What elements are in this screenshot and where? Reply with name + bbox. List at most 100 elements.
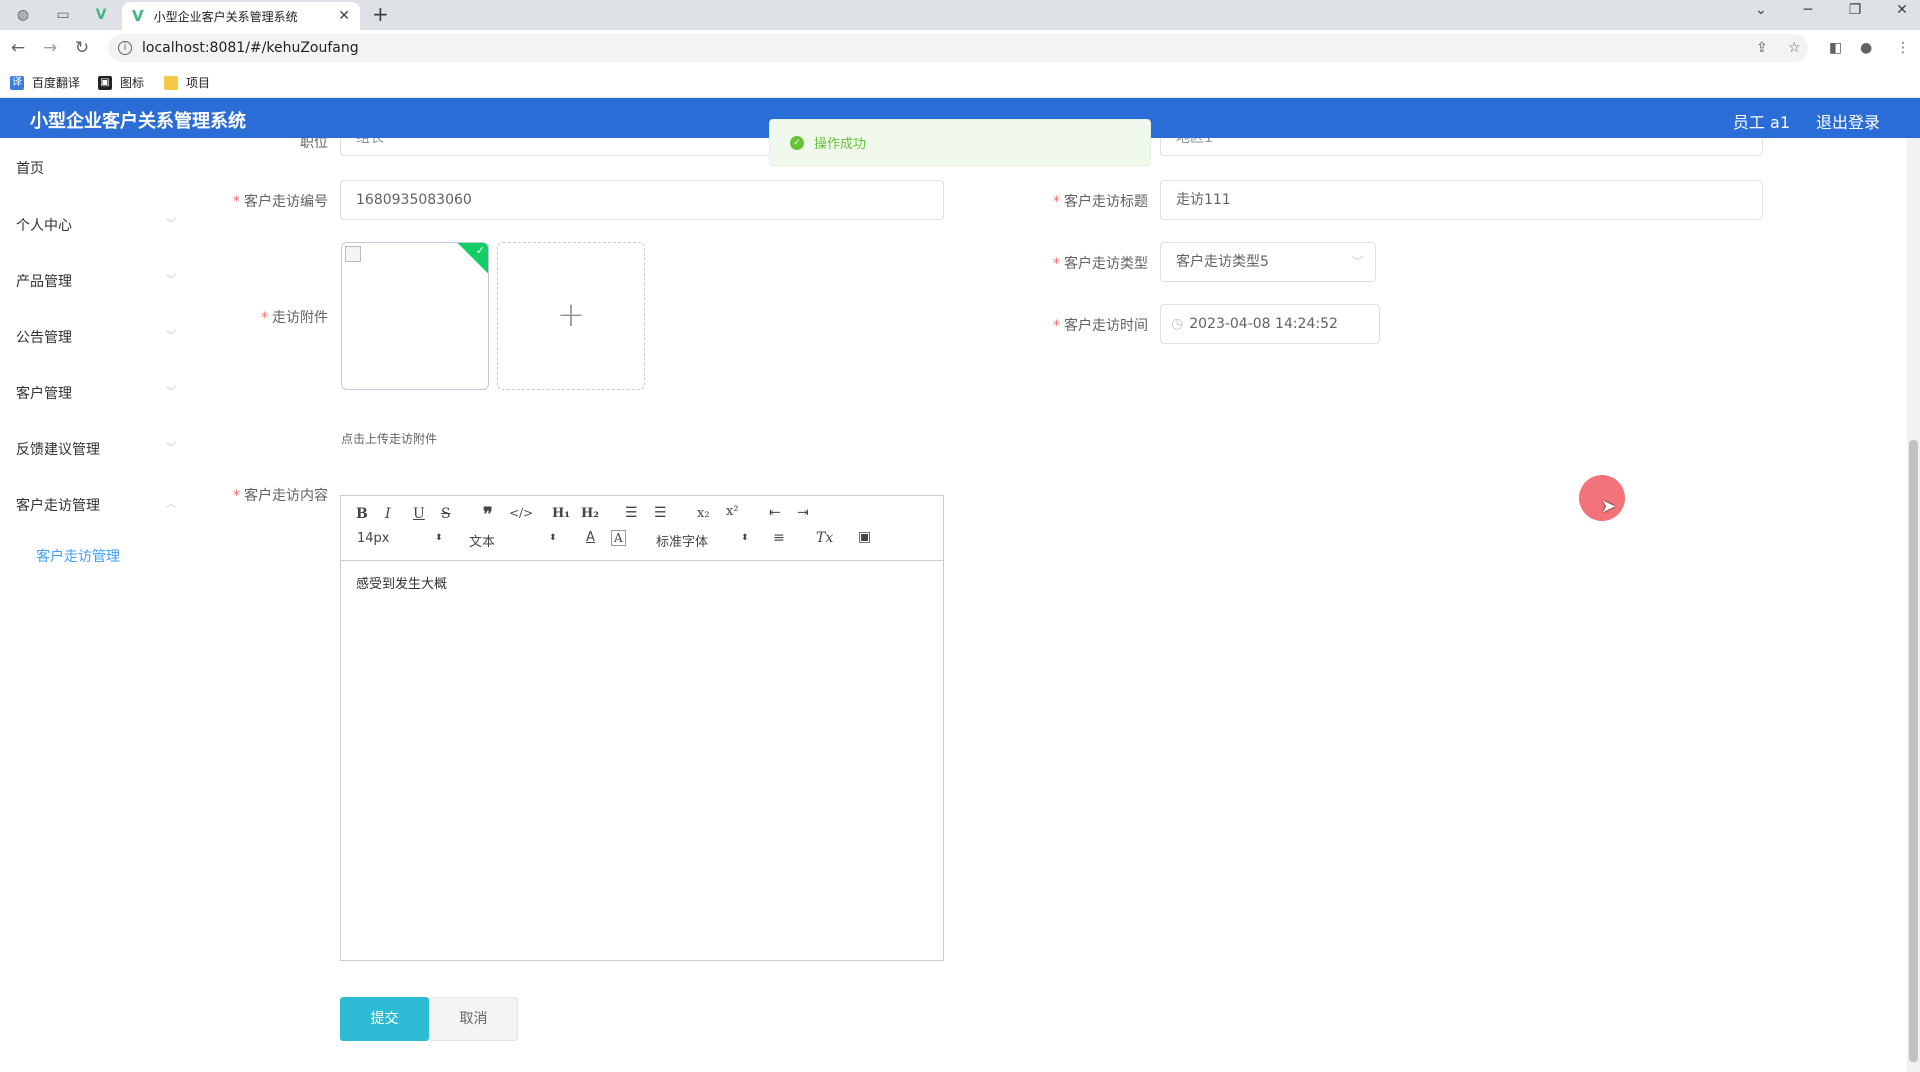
editor-paragraph: 感受到发生大概 (356, 577, 448, 592)
content-label: * 客户走访内容 (233, 488, 328, 504)
heading-1-icon[interactable]: H₁ (552, 506, 570, 521)
sidebar-item-label: 客户走访管理 (16, 498, 100, 514)
forward-icon[interactable]: → (38, 36, 62, 60)
sidebar-item-customers[interactable]: 客户管理 ﹀ (16, 383, 176, 403)
code-block-icon[interactable]: </> (509, 506, 533, 520)
clear-format-icon[interactable]: Tx (816, 530, 833, 546)
font-color-icon[interactable]: A (586, 530, 595, 545)
font-size-select[interactable]: 14px ⬍ (357, 531, 447, 546)
close-tab-icon[interactable]: ✕ (338, 8, 350, 24)
translate-icon: 译 (10, 75, 24, 90)
sidebar-item-label: 产品管理 (16, 274, 72, 290)
ordered-list-icon[interactable]: ☰ (625, 505, 638, 521)
sidebar: 首页 个人中心 ﹀ 产品管理 ﹀ 公告管理 ﹀ 客户管理 ﹀ 反馈建议管理 ﹀ … (0, 138, 185, 1072)
bookmark-icons[interactable]: ▣ 图标 (98, 74, 144, 91)
broken-image-icon (345, 246, 361, 262)
sidebar-item-visits[interactable]: 客户走访管理 ︿ (16, 495, 176, 515)
uploaded-attachment-thumbnail[interactable]: ✓ (341, 242, 489, 390)
font-family-select[interactable]: 标准字体 ⬍ (656, 531, 751, 550)
bookmark-baidu-translate[interactable]: 译 百度翻译 (10, 74, 80, 91)
tab-search-icon[interactable]: ⌄ (1746, 2, 1776, 18)
sidebar-subitem-visit-management[interactable]: 客户走访管理 (36, 546, 120, 566)
cancel-button[interactable]: 取消 (429, 997, 518, 1041)
site-info-icon[interactable]: i (118, 41, 132, 55)
active-tab[interactable]: V 小型企业客户关系管理系统 ✕ (122, 2, 360, 30)
visit-title-input[interactable]: 走访111 (1160, 180, 1763, 220)
menu-kebab-icon[interactable]: ⋮ (1896, 40, 1910, 56)
sidebar-item-feedback[interactable]: 反馈建议管理 ﹀ (16, 439, 176, 459)
updown-arrow-icon: ⬍ (435, 533, 443, 543)
minimize-icon[interactable]: ─ (1793, 2, 1823, 18)
chevron-down-icon: ﹀ (166, 443, 176, 454)
submit-button[interactable]: 提交 (340, 997, 429, 1041)
align-icon[interactable]: ≡ (773, 530, 785, 546)
page-scrollbar[interactable] (1907, 138, 1920, 1072)
plus-icon: + (556, 295, 586, 335)
bold-icon[interactable]: B (356, 506, 368, 522)
clock-icon: ◷ (1171, 316, 1184, 332)
bookmark-project[interactable]: 项目 (164, 74, 210, 91)
scrollbar-thumb[interactable] (1909, 440, 1918, 1062)
bookmark-label: 百度翻译 (32, 76, 81, 90)
sidebar-item-label: 公告管理 (16, 330, 72, 346)
tab-title: 小型企业客户关系管理系统 (153, 9, 298, 24)
sidebar-item-products[interactable]: 产品管理 ﹀ (16, 271, 176, 291)
visit-type-select[interactable]: 客户走访类型5 ﹀ (1160, 242, 1376, 282)
vue-tab-icon[interactable]: V (84, 2, 118, 28)
blockquote-icon[interactable]: ❞ (483, 504, 493, 525)
image-icon: ▣ (98, 75, 112, 90)
chevron-down-icon: ﹀ (166, 331, 176, 342)
underline-icon[interactable]: U (413, 506, 425, 522)
heading-2-icon[interactable]: H₂ (581, 506, 599, 521)
visit-no-label: * 客户走访编号 (233, 194, 328, 210)
profile-icon[interactable]: ● (1860, 40, 1872, 56)
italic-icon[interactable]: I (385, 506, 391, 522)
updown-arrow-icon: ⬍ (549, 533, 557, 543)
strikethrough-icon[interactable]: S (441, 506, 451, 522)
sidebar-item-notices[interactable]: 公告管理 ﹀ (16, 327, 176, 347)
check-icon: ✓ (475, 244, 485, 257)
bullet-list-icon[interactable]: ☰ (654, 505, 667, 521)
blank-tab-icon[interactable]: ▭ (46, 2, 80, 28)
reload-icon[interactable]: ↻ (70, 36, 94, 60)
visit-no-input[interactable]: 1680935083060 (340, 180, 944, 220)
sidebar-item-home[interactable]: 首页 (16, 158, 176, 178)
visit-time-picker[interactable]: ◷ 2023-04-08 14:24:52 (1160, 304, 1380, 344)
upload-hint: 点击上传走访附件 (341, 432, 438, 446)
window-close-icon[interactable]: ✕ (1887, 2, 1917, 18)
chevron-down-icon: ﹀ (166, 219, 176, 230)
bookmark-star-icon[interactable]: ☆ (1788, 40, 1801, 56)
editor-content[interactable]: 感受到发生大概 (341, 561, 943, 604)
rich-text-editor: B I U S ❞ </> H₁ H₂ ☰ ☰ x₂ x² ⇤ ⇥ 14px ⬍… (340, 495, 944, 961)
visit-type-label: * 客户走访类型 (1053, 256, 1148, 272)
visit-title-label: * 客户走访标题 (1053, 194, 1148, 210)
chevron-down-icon: ﹀ (166, 275, 176, 286)
attachment-label: * 走访附件 (261, 310, 328, 326)
side-panel-icon[interactable]: ◧ (1829, 40, 1842, 56)
browser-toolbar: ← → ↻ i localhost:8081/#/kehuZoufang ⇪ ☆… (0, 30, 1920, 66)
toast-message: 操作成功 (814, 137, 867, 152)
vue-favicon-icon: V (132, 7, 144, 25)
sidebar-item-profile[interactable]: 个人中心 ﹀ (16, 215, 176, 235)
back-icon[interactable]: ← (6, 36, 30, 60)
url-text: localhost:8081/#/kehuZoufang (142, 40, 359, 56)
bookmarks-bar: 译 百度翻译 ▣ 图标 项目 (0, 66, 1920, 98)
new-tab-icon[interactable]: + (372, 2, 389, 26)
subscript-icon[interactable]: x₂ (697, 506, 710, 521)
upload-add-button[interactable]: + (497, 242, 645, 390)
indent-icon[interactable]: ⇥ (797, 505, 809, 521)
chevron-down-icon: ﹀ (166, 387, 176, 398)
share-icon[interactable]: ⇪ (1756, 40, 1768, 56)
app-title: 小型企业客户关系管理系统 (30, 111, 246, 132)
background-color-icon[interactable]: A (611, 530, 626, 546)
browser-tab-bar: ◍ ▭ V V 小型企业客户关系管理系统 ✕ + ⌄ ─ ❐ ✕ (0, 0, 1920, 30)
bookmark-label: 图标 (120, 76, 145, 90)
address-bar[interactable]: i localhost:8081/#/kehuZoufang (108, 34, 1808, 62)
logout-link[interactable]: 退出登录 (1816, 109, 1880, 133)
restore-icon[interactable]: ❐ (1840, 2, 1870, 18)
insert-image-icon[interactable]: ▣ (858, 529, 871, 545)
globe-tab-icon[interactable]: ◍ (6, 2, 40, 28)
header-type-select[interactable]: 文本 ⬍ (469, 531, 559, 550)
outdent-icon[interactable]: ⇤ (769, 505, 781, 521)
superscript-icon[interactable]: x² (726, 504, 739, 519)
